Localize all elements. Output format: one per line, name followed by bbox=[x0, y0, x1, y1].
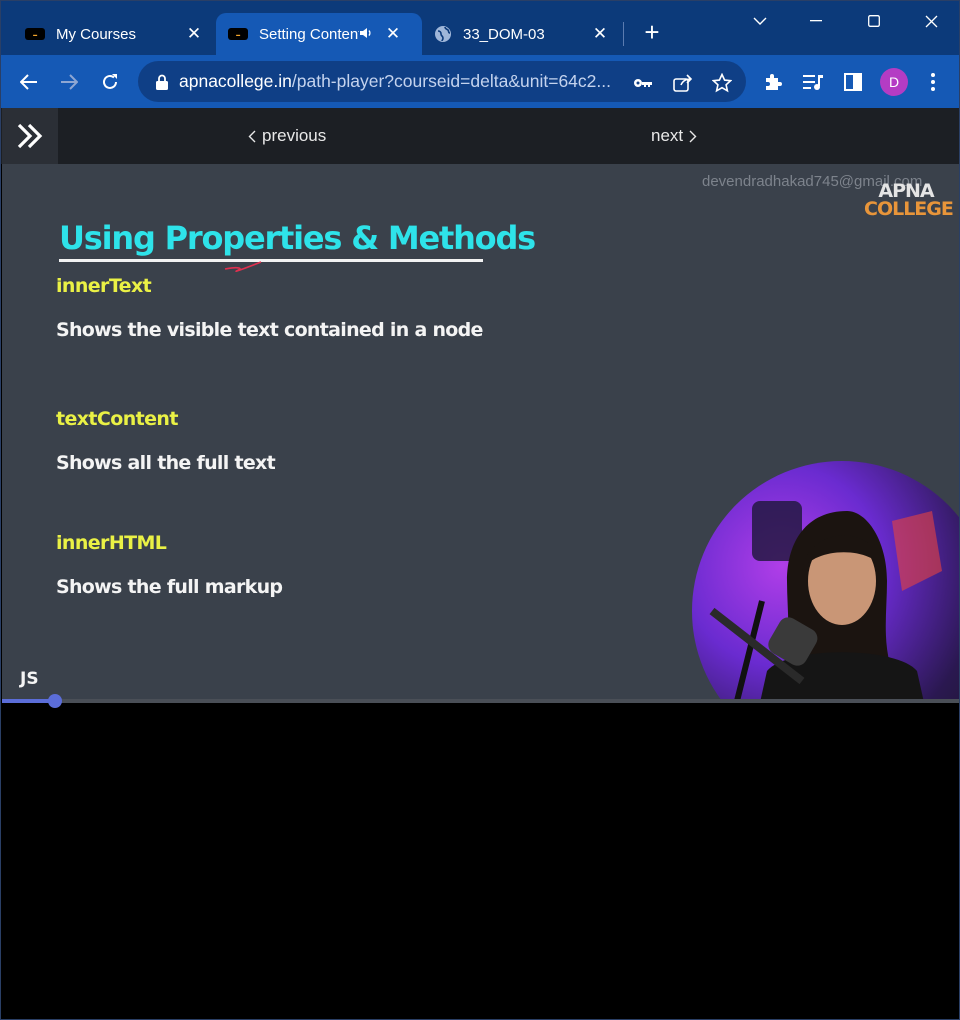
title-underline bbox=[59, 259, 483, 262]
tab-label: Setting Content bbox=[259, 25, 359, 43]
next-label: next bbox=[651, 126, 684, 145]
profile-avatar[interactable]: D bbox=[880, 68, 908, 96]
browser-window: ▬ My Courses ✕ ▬ Setting Content ✕ 33_DO… bbox=[0, 0, 960, 1020]
address-bar[interactable]: apnacollege.in/path-player?courseid=delt… bbox=[138, 61, 746, 102]
desc-innertext: Shows the visible text contained in a no… bbox=[56, 319, 483, 341]
previous-label: previous bbox=[262, 126, 327, 145]
apna-college-favicon-icon: ▬ bbox=[228, 28, 248, 40]
tab-strip: ▬ My Courses ✕ ▬ Setting Content ✕ 33_DO… bbox=[1, 1, 959, 55]
new-tab-button[interactable]: + bbox=[639, 19, 665, 47]
side-panel-icon[interactable] bbox=[841, 70, 865, 94]
close-icon[interactable]: ✕ bbox=[184, 24, 204, 44]
term-textcontent: textContent bbox=[56, 408, 178, 430]
expand-sidebar-button[interactable] bbox=[2, 108, 58, 164]
js-tag: JS bbox=[20, 669, 39, 689]
tab-setting-content[interactable]: ▬ Setting Content ✕ bbox=[216, 13, 422, 55]
extensions-puzzle-icon[interactable] bbox=[761, 70, 785, 94]
logo-line-2: COLLEGE bbox=[864, 198, 954, 220]
desc-innerhtml: Shows the full markup bbox=[56, 576, 283, 598]
key-icon[interactable] bbox=[632, 72, 654, 94]
instructor-webcam-overlay bbox=[692, 461, 959, 702]
lock-icon[interactable] bbox=[155, 74, 169, 90]
course-player-nav: previous next bbox=[1, 108, 959, 164]
previous-button[interactable]: previous bbox=[248, 126, 326, 146]
term-innerhtml: innerHTML bbox=[56, 532, 167, 554]
tab-my-courses[interactable]: ▬ My Courses ✕ bbox=[13, 13, 216, 55]
video-player[interactable]: devendradhakad745@gmail.com APNA COLLEGE… bbox=[2, 164, 959, 702]
globe-icon bbox=[434, 25, 452, 43]
reload-button[interactable] bbox=[95, 67, 125, 97]
menu-kebab-icon[interactable] bbox=[921, 70, 945, 94]
media-control-icon[interactable] bbox=[801, 70, 825, 94]
minimize-button[interactable] bbox=[793, 7, 839, 35]
speaker-icon[interactable] bbox=[359, 27, 373, 42]
url-text[interactable]: apnacollege.in/path-player?courseid=delt… bbox=[179, 71, 615, 92]
share-icon[interactable] bbox=[672, 72, 694, 94]
bookmark-star-icon[interactable] bbox=[711, 72, 733, 94]
progress-fill bbox=[2, 699, 55, 703]
slide-title: Using Properties & Methods bbox=[59, 219, 536, 257]
url-host: apnacollege.in bbox=[179, 71, 292, 91]
apna-college-favicon-icon: ▬ bbox=[25, 28, 45, 40]
tab-label: My Courses bbox=[56, 25, 137, 43]
double-chevron-right-icon bbox=[17, 123, 43, 149]
browser-toolbar: apnacollege.in/path-player?courseid=delt… bbox=[1, 55, 959, 108]
tab-separator bbox=[623, 22, 624, 46]
apna-college-logo: APNA COLLEGE bbox=[864, 182, 954, 220]
desc-textcontent: Shows all the full text bbox=[56, 452, 276, 474]
next-button[interactable]: next bbox=[651, 126, 697, 146]
progress-scrubber-handle[interactable] bbox=[47, 694, 62, 708]
close-icon[interactable]: ✕ bbox=[383, 24, 403, 44]
video-progress-bar[interactable] bbox=[2, 694, 959, 708]
chevron-left-icon bbox=[248, 130, 256, 142]
instructor-silhouette bbox=[709, 501, 942, 702]
chevron-right-icon bbox=[689, 130, 697, 142]
url-path: /path-player?courseid=delta&unit=64c2... bbox=[291, 71, 611, 91]
close-icon[interactable]: ✕ bbox=[590, 24, 610, 44]
term-innertext: innerText bbox=[56, 275, 152, 297]
close-window-button[interactable] bbox=[908, 7, 954, 35]
forward-button[interactable] bbox=[54, 67, 84, 97]
back-button[interactable] bbox=[14, 67, 44, 97]
maximize-button[interactable] bbox=[851, 7, 897, 35]
tab-label: 33_DOM-03 bbox=[463, 25, 545, 43]
tab-search-chevron-icon[interactable] bbox=[737, 7, 783, 35]
tab-33-dom-03[interactable]: 33_DOM-03 ✕ bbox=[422, 13, 622, 55]
pen-annotation-mark bbox=[224, 261, 262, 272]
